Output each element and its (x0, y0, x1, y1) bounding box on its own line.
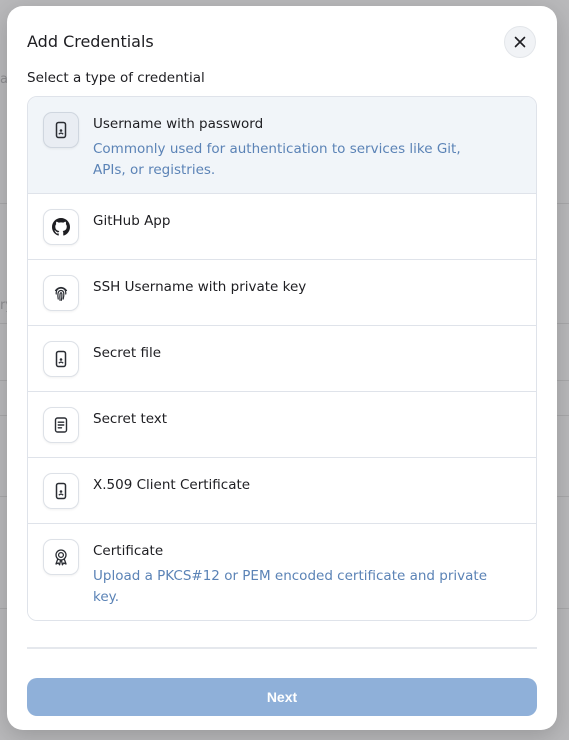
close-icon (514, 36, 526, 48)
credential-option-x509-client-certificate[interactable]: X.509 Client Certificate (28, 458, 536, 524)
credential-option-github-app[interactable]: GitHub App (28, 194, 536, 260)
fingerprint-icon (43, 275, 79, 311)
mobile-device-icon (43, 341, 79, 377)
dialog-subtitle: Select a type of credential (27, 70, 205, 86)
mobile-device-icon (43, 112, 79, 148)
option-title: Secret text (93, 411, 168, 427)
option-title: X.509 Client Certificate (93, 477, 251, 493)
option-title: GitHub App (93, 213, 171, 229)
credential-type-list: Username with password Commonly used for… (27, 96, 537, 621)
credential-option-secret-text[interactable]: Secret text (28, 392, 536, 458)
mobile-device-icon (43, 473, 79, 509)
option-description: Upload a PKCS#12 or PEM encoded certific… (93, 568, 488, 605)
document-icon (43, 407, 79, 443)
footer-divider (27, 647, 537, 649)
add-credentials-dialog: Add Credentials Select a type of credent… (7, 6, 557, 730)
close-button[interactable] (504, 26, 536, 58)
option-title: Username with password (93, 116, 264, 132)
award-badge-icon (43, 539, 79, 575)
next-button[interactable]: Next (27, 678, 537, 716)
credential-option-certificate[interactable]: Certificate Upload a PKCS#12 or PEM enco… (28, 524, 536, 620)
credential-option-secret-file[interactable]: Secret file (28, 326, 536, 392)
credential-option-username-password[interactable]: Username with password Commonly used for… (28, 97, 536, 194)
option-title: Secret file (93, 345, 162, 361)
option-title: SSH Username with private key (93, 279, 307, 295)
option-title: Certificate (93, 543, 164, 559)
github-icon (43, 209, 79, 245)
credential-option-ssh-private-key[interactable]: SSH Username with private key (28, 260, 536, 326)
dialog-title: Add Credentials (27, 32, 154, 51)
option-description: Commonly used for authentication to serv… (93, 141, 461, 178)
